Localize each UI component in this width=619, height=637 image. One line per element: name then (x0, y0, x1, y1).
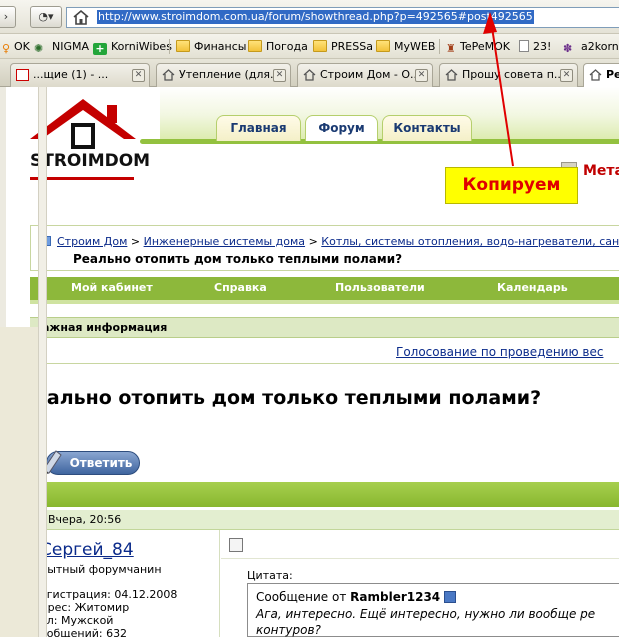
bookmark-weather[interactable]: Погода (248, 38, 308, 55)
mail-icon (16, 69, 29, 81)
bookmark-23[interactable]: 23! (519, 38, 551, 55)
url-text[interactable]: http://www.stroimdom.com.ua/forum/showth… (97, 10, 534, 24)
spider-icon: ✺ (34, 42, 44, 55)
user-registration: егистрация: 04.12.2008 (40, 588, 178, 601)
web-page: STROIMDOM Главная Форум Контакты Мета Ко… (0, 87, 619, 637)
left-overlay-bar (38, 87, 47, 637)
forward-button[interactable]: › (0, 6, 16, 28)
folder-icon (176, 40, 190, 52)
site-tab-contacts[interactable]: Контакты (382, 115, 472, 141)
user-post-count: ообщений: 632 (40, 627, 128, 637)
bookmark-separator (169, 39, 170, 54)
home-icon (445, 69, 458, 81)
copy-callout: Копируем (445, 167, 578, 204)
bookmark-a2korni[interactable]: ✽ a2korni (563, 38, 619, 55)
bookmark-korniwibes[interactable]: + KorniWibes (93, 38, 172, 55)
side-strip (0, 87, 6, 327)
nav-shadow (30, 300, 619, 304)
tab-2[interactable]: Утепление (для... ✕ (156, 63, 291, 87)
nav-users[interactable]: Пользователи (335, 281, 425, 294)
close-icon[interactable]: ✕ (273, 69, 286, 82)
meta-link[interactable]: Мета (583, 163, 619, 179)
close-icon[interactable]: ✕ (560, 69, 573, 82)
header-line (140, 139, 619, 144)
post-username[interactable]: Сергей_84 (40, 540, 134, 560)
plus-icon: + (93, 43, 107, 55)
tab-1[interactable]: ...щие (1) - ... ✕ (10, 63, 150, 87)
post-body: Цитата: Сообщение от Rambler1234 Ага, ин… (221, 530, 619, 637)
quote-label: Цитата: (247, 569, 293, 582)
user-address: дрес: Житомир (40, 601, 130, 614)
bookmark-separator (439, 39, 440, 54)
home-icon (589, 69, 602, 81)
vote-link[interactable]: Голосование по проведению вес (396, 345, 603, 359)
quote-author: Rambler1234 (350, 590, 441, 604)
bookmarks-bar: ♀ OK ✺ NIGMA + KorniWibes Финансы Погода PR… (0, 34, 619, 59)
bookmark-myweb[interactable]: MyWEB (376, 38, 435, 55)
user-title: пытный форумчанин (40, 563, 162, 576)
close-icon[interactable]: ✕ (415, 69, 428, 82)
history-dropdown-button[interactable]: ◔▾ (30, 6, 62, 28)
site-tab-home[interactable]: Главная (216, 115, 301, 141)
quote-text: Ага, интересно. Ещё интересно, нужно ли … (256, 607, 596, 637)
bookmark-pressa[interactable]: PRESSa (313, 38, 373, 55)
breadcrumb-path: Строим Дом > Инженерные системы дома > К… (39, 235, 619, 248)
breadcrumb-item-boilers[interactable]: Котлы, системы отопления, водо-нагревате… (321, 235, 619, 248)
post-date: Вчера, 20:56 (48, 513, 122, 526)
thread-title: еально отопить дом только теплыми полами… (34, 387, 542, 409)
nav-calendar[interactable]: Календарь (497, 281, 568, 294)
folder-icon (313, 40, 327, 52)
breadcrumb-item-engineering[interactable]: Инженерные системы дома (144, 235, 305, 248)
quote-from: Сообщение от Rambler1234 (256, 590, 457, 604)
site-tab-forum[interactable]: Форум (305, 115, 378, 141)
nav-my-cabinet[interactable]: Мой кабинет (71, 281, 153, 294)
notice-bar[interactable]: ажная информация (30, 317, 619, 338)
forum-nav-menu: Мой кабинет Справка Пользователи Календа… (30, 277, 619, 300)
bookmark-teremok[interactable]: ♜ TePeMOK (446, 38, 510, 55)
post-date-bar: Вчера, 20:56 (30, 510, 619, 530)
bookmark-nigma[interactable]: ✺ NIGMA (34, 38, 89, 55)
folder-icon (248, 40, 262, 52)
home-icon (303, 69, 316, 81)
notice-text: ажная информация (42, 321, 168, 334)
divider (221, 558, 619, 559)
breadcrumb-title: Реально отопить дом только теплыми полам… (73, 252, 403, 266)
bookmark-site-icon: ✽ (563, 42, 573, 55)
post-user-panel: Сергей_84 пытный форумчанин егистрация: … (30, 530, 220, 637)
post-header-bar (30, 482, 619, 507)
bookmark-finance[interactable]: Финансы (176, 38, 246, 55)
person-icon: ♀ (2, 42, 11, 55)
home-icon[interactable] (72, 9, 90, 26)
browser-nav-bar: › ◔▾ http://www.stroimdom.com.ua/forum/s… (0, 0, 619, 34)
left-overlay-panel (0, 327, 40, 637)
address-bar[interactable]: http://www.stroimdom.com.ua/forum/showth… (66, 7, 619, 28)
document-icon (519, 40, 529, 52)
home-icon (162, 69, 175, 81)
divider (30, 363, 619, 364)
breadcrumb: Строим Дом > Инженерные системы дома > К… (30, 225, 619, 271)
quote-box: Сообщение от Rambler1234 Ага, интересно.… (247, 583, 619, 637)
tab-4[interactable]: Прошу совета п... ✕ (439, 63, 578, 87)
page-icon: ◔ (38, 10, 49, 23)
view-post-icon[interactable] (444, 591, 457, 603)
close-icon[interactable]: ✕ (132, 69, 145, 82)
breadcrumb-item-home[interactable]: Строим Дом (57, 235, 127, 248)
tower-icon: ♜ (446, 42, 456, 55)
nav-help[interactable]: Справка (214, 281, 267, 294)
post-document-icon (229, 538, 243, 552)
folder-icon (376, 40, 390, 52)
user-gender: ол: Мужской (40, 614, 114, 627)
tab-active[interactable]: Ре (583, 63, 619, 88)
browser-tab-bar: ...щие (1) - ... ✕ Утепление (для... ✕ С… (0, 59, 619, 88)
tab-3[interactable]: Строим Дом - О... ✕ (297, 63, 433, 87)
bookmark-ok[interactable]: ♀ OK (2, 38, 30, 55)
